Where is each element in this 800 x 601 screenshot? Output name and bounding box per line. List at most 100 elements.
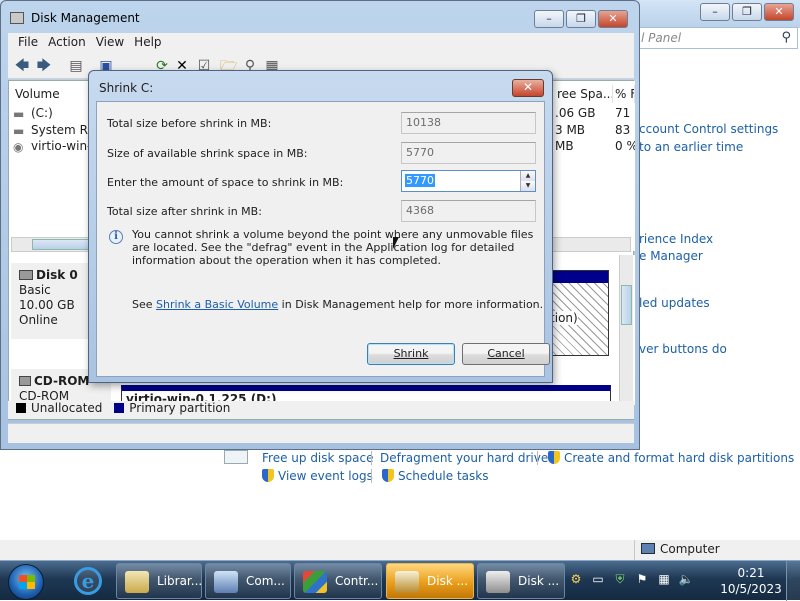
search-input[interactable]: l Panel ⚲: [634, 27, 798, 49]
info-icon: i: [109, 230, 123, 244]
properties-icon[interactable]: ▤: [68, 58, 84, 74]
link-installed-updates[interactable]: led updates: [639, 296, 710, 310]
total-after-field: 4368: [401, 200, 536, 222]
shield-icon: [548, 451, 560, 464]
internet-explorer-icon[interactable]: e: [74, 567, 102, 595]
link-restore-earlier-time[interactable]: to an earlier time: [639, 140, 743, 154]
column-free-space[interactable]: ree Spa...: [553, 85, 613, 103]
link-schedule-tasks[interactable]: Schedule tasks: [382, 469, 488, 483]
task-label: Disk ...: [518, 574, 560, 588]
task-disk-cleanup[interactable]: Disk ...: [386, 563, 474, 599]
available-field: 5770: [401, 142, 536, 164]
scrollbar-thumb[interactable]: [621, 285, 632, 325]
shrink-button-label: Shrink: [393, 347, 429, 360]
cancel-button[interactable]: Cancel: [462, 343, 550, 365]
cd-drive-icon: ◉: [13, 140, 24, 154]
close-button[interactable]: ✕: [598, 10, 628, 28]
column-volume[interactable]: Volume: [11, 85, 89, 103]
shrink-dialog: Shrink C: ✕ Total size before shrink in …: [88, 70, 553, 383]
shrink-amount-input[interactable]: 5770 ▲ ▼: [401, 170, 536, 192]
volume-name: System Res: [31, 123, 91, 137]
maximize-button[interactable]: ❐: [566, 10, 596, 28]
windows-logo-icon: [19, 575, 35, 589]
column-percent-free[interactable]: % F: [613, 85, 635, 103]
divider: [537, 451, 538, 465]
link-user-account-control[interactable]: ccount Control settings: [639, 122, 778, 136]
link-create-format-partitions[interactable]: Create and format hard disk partitions: [548, 451, 794, 465]
status-computer: Computer: [634, 540, 800, 560]
close-button[interactable]: ✕: [764, 3, 794, 21]
menu-view[interactable]: View: [96, 33, 130, 53]
menu-file[interactable]: File: [18, 33, 44, 53]
clock-time: 0:21: [737, 566, 765, 580]
start-button[interactable]: [8, 564, 44, 600]
minimize-button[interactable]: –: [700, 3, 730, 21]
menu-action[interactable]: Action: [48, 33, 92, 53]
computer-icon: [214, 571, 238, 593]
legend: Unallocated Primary partition: [8, 401, 634, 419]
forward-icon[interactable]: 🡆: [36, 58, 52, 74]
status-bar: [8, 423, 634, 443]
drive-icon: ▬: [13, 124, 25, 138]
usb-device-icon[interactable]: ▭: [590, 571, 606, 587]
cd-drive-icon: [19, 376, 31, 386]
link-device-manager[interactable]: e Manager: [639, 249, 703, 263]
menu-help[interactable]: Help: [134, 33, 167, 53]
action-center-flag-icon[interactable]: ⚑: [634, 571, 650, 587]
link-view-event-logs-label: View event logs: [278, 469, 373, 483]
link-defragment[interactable]: Defragment your hard drive: [380, 451, 548, 465]
taskbar: e Librar... Com... Contr... Disk ... Dis…: [0, 560, 800, 601]
system-clock[interactable]: 0:21 10/5/2023: [720, 565, 782, 597]
link-schedule-tasks-label: Schedule tasks: [398, 469, 489, 483]
search-placeholder: l Panel: [641, 31, 682, 45]
link-view-event-logs[interactable]: View event logs: [262, 469, 373, 483]
control-panel-status-strip: [0, 540, 634, 560]
menu-bar: File Action View Help: [8, 33, 634, 53]
legend-primary: Primary partition: [129, 401, 231, 415]
shrink-amount-value: 5770: [405, 174, 435, 187]
security-shield-icon[interactable]: ⛨: [612, 571, 628, 587]
link-experience-index[interactable]: rience Index: [639, 232, 713, 246]
task-label: Librar...: [157, 574, 202, 588]
legend-unallocated: Unallocated: [31, 401, 103, 415]
network-tools-icon[interactable]: ⚙: [568, 571, 584, 587]
network-icon[interactable]: ▦: [656, 571, 672, 587]
task-label: Disk ...: [427, 574, 469, 588]
available-label: Size of available shrink space in MB:: [107, 147, 308, 160]
back-icon[interactable]: 🡄: [14, 58, 30, 74]
link-free-up-disk-space[interactable]: Free up disk space: [262, 451, 374, 465]
spin-down-icon[interactable]: ▼: [521, 181, 535, 191]
maximize-button[interactable]: ❐: [732, 3, 762, 21]
control-panel-window-controls: – ❐ ✕: [700, 3, 794, 21]
help-reference: See Shrink a Basic Volume in Disk Manage…: [132, 298, 543, 311]
task-libraries[interactable]: Librar...: [116, 563, 202, 599]
cancel-button-label: Cancel: [487, 347, 525, 360]
info-message: You cannot shrink a volume beyond the po…: [132, 228, 534, 267]
volume-free: 3 MB: [555, 123, 586, 137]
task-computer[interactable]: Com...: [205, 563, 291, 599]
dialog-close-button[interactable]: ✕: [512, 79, 544, 97]
shield-icon: [382, 469, 394, 482]
dialog-title: Shrink C:: [99, 81, 154, 95]
volume-pct: 0 %: [615, 139, 635, 153]
shrink-basic-volume-link[interactable]: Shrink a Basic Volume: [156, 298, 278, 311]
help-suffix: in Disk Management help for more informa…: [281, 298, 544, 311]
minimize-button[interactable]: –: [534, 10, 564, 28]
spin-up-icon[interactable]: ▲: [521, 171, 535, 181]
link-power-buttons[interactable]: ver buttons do: [639, 342, 727, 356]
task-disk-management[interactable]: Disk ...: [477, 563, 565, 599]
disk-icon: [19, 270, 33, 280]
drive-icon: ▬: [13, 107, 25, 121]
shrink-button[interactable]: Shrink: [367, 343, 455, 365]
volume-muted-icon[interactable]: 🔈: [678, 571, 694, 587]
help-prefix: See: [132, 298, 153, 311]
show-desktop-button[interactable]: [786, 561, 800, 601]
volume-free: MB: [555, 139, 574, 153]
disk-management-icon: [486, 571, 510, 593]
control-panel-icon: [303, 571, 327, 593]
search-icon[interactable]: ⚲: [781, 30, 791, 45]
disk-management-icon: [10, 12, 24, 24]
total-after-label: Total size after shrink in MB:: [107, 205, 262, 218]
vertical-scrollbar[interactable]: [619, 255, 633, 405]
task-control-panel[interactable]: Contr...: [294, 563, 382, 599]
